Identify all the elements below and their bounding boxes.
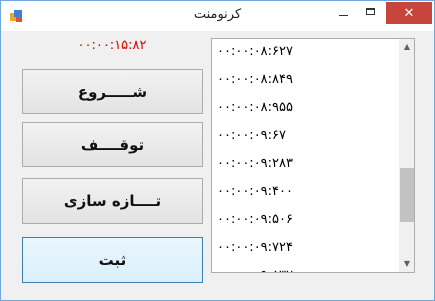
- save-lap-button[interactable]: ثبت: [22, 237, 203, 283]
- start-button[interactable]: شـــــروع: [22, 69, 203, 114]
- lap-item[interactable]: ۰۰:۰۰:۰۹:۸۳۲: [212, 262, 397, 272]
- vertical-scrollbar[interactable]: ▲ ▼: [399, 39, 414, 272]
- lap-item[interactable]: ۰۰:۰۰:۰۸:۸۴۹: [212, 66, 397, 94]
- lap-item[interactable]: ۰۰:۰۰:۰۹:۷۲۴: [212, 234, 397, 262]
- reset-button[interactable]: تــــازه سازی: [22, 178, 203, 224]
- close-icon: ✕: [403, 6, 415, 21]
- laps-listbox[interactable]: ۰۰:۰۰:۰۸:۶۲۷ ۰۰:۰۰:۰۸:۸۴۹ ۰۰:۰۰:۰۸:۹۵۵ ۰…: [211, 38, 415, 273]
- scroll-down-arrow-icon[interactable]: ▼: [399, 256, 414, 272]
- title-bar[interactable]: کرنومنت ✕: [1, 1, 434, 31]
- maximize-icon: [366, 8, 375, 15]
- lap-item[interactable]: ۰۰:۰۰:۰۹:۲۸۳: [212, 150, 397, 178]
- lap-item[interactable]: ۰۰:۰۰:۰۹:۴۰۰: [212, 178, 397, 206]
- lap-item[interactable]: ۰۰:۰۰:۰۸:۶۲۷: [212, 39, 397, 66]
- laps-list: ۰۰:۰۰:۰۸:۶۲۷ ۰۰:۰۰:۰۸:۸۴۹ ۰۰:۰۰:۰۸:۹۵۵ ۰…: [212, 39, 397, 272]
- scroll-up-arrow-icon[interactable]: ▲: [399, 39, 414, 55]
- stopwatch-window: کرنومنت ✕ ۰۰:۰۰:۱۵:۸۲ شـــــروع توقــــف…: [0, 0, 435, 301]
- lap-item[interactable]: ۰۰:۰۰:۰۹:۵۰۶: [212, 206, 397, 234]
- elapsed-time-label: ۰۰:۰۰:۱۵:۸۲: [77, 38, 147, 53]
- close-button[interactable]: ✕: [386, 2, 432, 24]
- minimize-button[interactable]: [330, 2, 357, 24]
- scroll-thumb[interactable]: [400, 168, 414, 222]
- maximize-button[interactable]: [357, 2, 384, 24]
- minimize-icon: [339, 15, 348, 16]
- lap-item[interactable]: ۰۰:۰۰:۰۸:۹۵۵: [212, 94, 397, 122]
- lap-item[interactable]: ۰۰:۰۰:۰۹:۶۷: [212, 122, 397, 150]
- stop-button[interactable]: توقــــف: [22, 122, 203, 167]
